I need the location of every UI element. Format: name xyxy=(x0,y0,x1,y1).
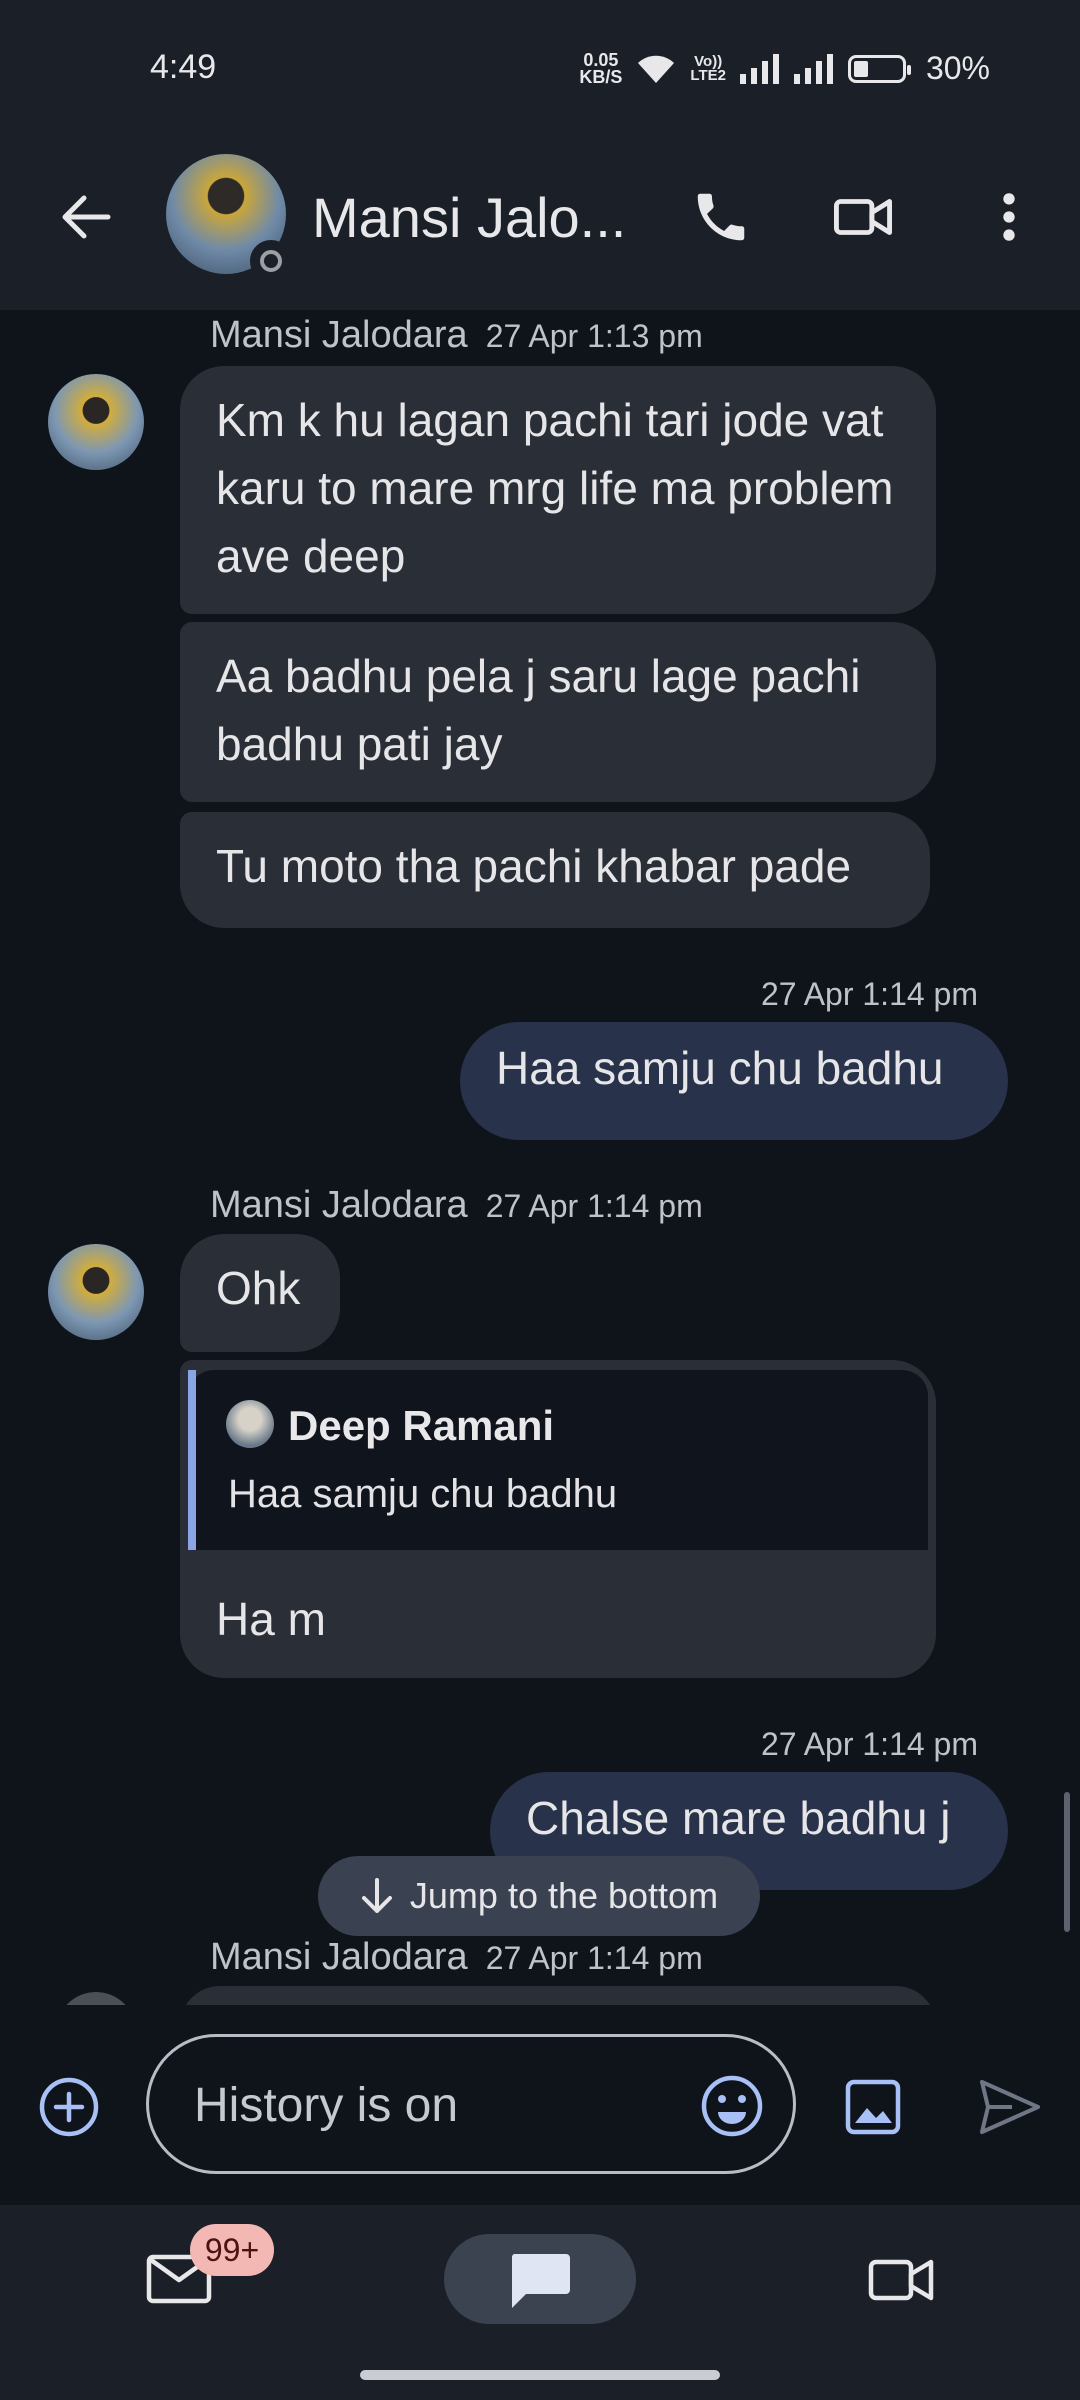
signal-icon-2 xyxy=(793,53,833,84)
message-bubble[interactable]: Km k hu lagan pachi tari jode vat karu t… xyxy=(180,366,936,614)
volte-indicator: Vo)) LTE2 xyxy=(690,54,726,84)
volte-bottom: LTE2 xyxy=(690,66,726,84)
sender-line: Mansi Jalodara 27 Apr 1:14 pm xyxy=(210,1936,703,1979)
message-bubble[interactable]: Aa badhu pela j saru lage pachi badhu pa… xyxy=(180,622,936,802)
message-bubble[interactable]: Tu moto tha pachi khabar pade xyxy=(180,812,930,928)
meet-video-icon[interactable] xyxy=(868,2256,934,2304)
battery-percent: 30% xyxy=(925,50,990,86)
jump-label: Jump to the bottom xyxy=(409,1875,719,1916)
presence-status-icon xyxy=(250,240,292,282)
back-arrow-icon[interactable] xyxy=(58,190,112,244)
status-icons: 0.05 KB/S Vo)) LTE2 30% xyxy=(579,50,990,87)
message-input-placeholder: History is on xyxy=(194,2079,459,2132)
network-speed-unit: KB/S xyxy=(579,66,623,87)
add-circle-icon[interactable] xyxy=(38,2076,100,2138)
network-speed: 0.05 KB/S xyxy=(579,49,623,87)
sender-name: Mansi Jalodara xyxy=(210,1936,468,1978)
sender-line: Mansi Jalodara 27 Apr 1:14 pm xyxy=(210,1184,703,1227)
send-icon[interactable] xyxy=(978,2078,1042,2136)
message-timestamp: 27 Apr 1:14 pm xyxy=(760,976,978,1012)
message-timestamp: 27 Apr 1:14 pm xyxy=(485,1940,703,1976)
battery-icon xyxy=(847,54,911,83)
image-icon[interactable] xyxy=(844,2078,902,2136)
unread-badge: 99+ xyxy=(190,2224,274,2276)
quoted-text: Haa samju chu badhu xyxy=(228,1472,618,1516)
arrow-down-icon xyxy=(361,1878,392,1913)
message-bubble[interactable]: Ohk xyxy=(180,1234,340,1352)
sender-line: Mansi Jalodara 27 Apr 1:13 pm xyxy=(210,314,703,357)
home-indicator[interactable] xyxy=(360,2370,720,2380)
quoted-message[interactable] xyxy=(188,1370,928,1550)
chat-icon xyxy=(511,2254,570,2308)
quoted-sender-name: Deep Ramani xyxy=(288,1402,555,1449)
sender-avatar[interactable] xyxy=(48,374,144,470)
phone-icon[interactable] xyxy=(690,186,752,248)
message-timestamp: 27 Apr 1:14 pm xyxy=(485,1188,703,1224)
emoji-icon[interactable] xyxy=(700,2074,764,2138)
quoted-sender-avatar xyxy=(226,1400,274,1448)
wifi-icon xyxy=(638,55,675,83)
sender-avatar[interactable] xyxy=(48,1244,144,1340)
jump-to-bottom-button[interactable]: Jump to the bottom xyxy=(318,1856,760,1936)
quote-indicator xyxy=(188,1370,196,1550)
message-timestamp: 27 Apr 1:13 pm xyxy=(485,318,703,354)
contact-name[interactable]: Mansi Jalo... xyxy=(312,185,626,250)
reply-text: Ha m xyxy=(216,1593,326,1645)
more-options-icon[interactable] xyxy=(978,186,1040,248)
signal-icon xyxy=(739,53,779,84)
sender-name: Mansi Jalodara xyxy=(210,1184,468,1226)
status-time: 4:49 xyxy=(150,48,217,86)
video-call-icon[interactable] xyxy=(832,186,894,248)
network-speed-value: 0.05 xyxy=(583,49,619,70)
outgoing-message-bubble[interactable]: Haa samju chu badhu xyxy=(460,1022,1008,1140)
message-timestamp: 27 Apr 1:14 pm xyxy=(760,1726,978,1762)
scrollbar[interactable] xyxy=(1064,1792,1070,1932)
sender-name: Mansi Jalodara xyxy=(210,314,468,356)
